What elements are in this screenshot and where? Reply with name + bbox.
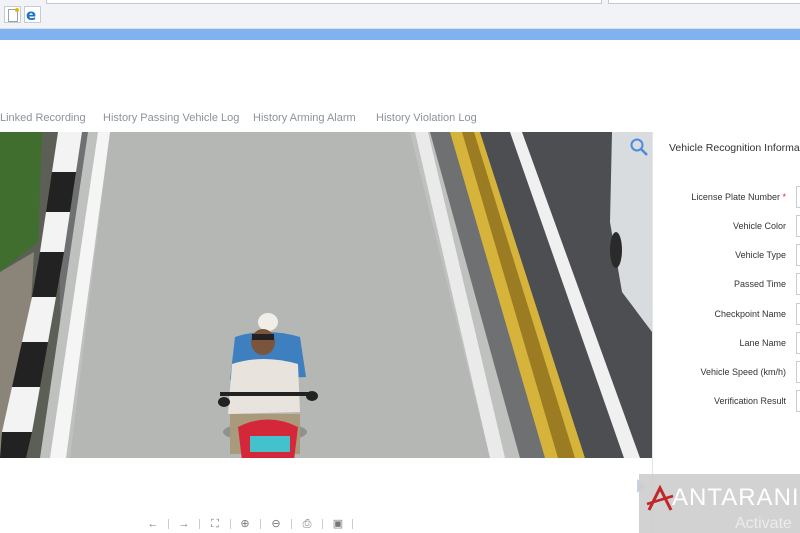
toolbar-separator [168,519,169,529]
tab-linked-recording[interactable]: Linked Recording [0,112,86,124]
next-arrow-icon[interactable]: → [175,516,193,532]
vehicle-info-title: Vehicle Recognition Informa [669,142,800,154]
checkpoint-name-field[interactable] [796,303,800,325]
tab-history-arming-alarm[interactable]: History Arming Alarm [253,112,356,124]
tab-history-violation-log[interactable]: History Violation Log [376,112,477,124]
verification-result-field[interactable] [796,390,800,412]
previous-arrow-icon[interactable]: ← [144,516,162,532]
lane-name-field[interactable] [796,332,800,354]
vehicle-speed-label: Vehicle Speed (km/h) [700,367,786,377]
vehicle-color-field[interactable] [796,215,800,237]
vehicle-type-field[interactable] [796,244,800,266]
address-bar[interactable] [46,0,602,4]
search-bar[interactable] [608,0,800,4]
browser-toolbar: e [0,0,800,29]
vehicle-speed-field[interactable] [796,361,800,383]
internet-explorer-icon[interactable]: e [24,6,41,24]
toolbar-separator [230,519,231,529]
save-icon[interactable]: ▣ [329,516,347,532]
passed-time-label: Passed Time [733,279,786,289]
watermark-logo-text: ANTARANI [672,484,800,511]
vehicle-type-label: Vehicle Type [735,250,786,260]
verification-result-label: Verification Result [713,396,786,406]
toolbar-separator [352,519,353,529]
tab-history-passing-vehicle-log[interactable]: History Passing Vehicle Log [103,112,239,124]
magnify-icon[interactable] [629,137,649,157]
toolbar-separator [260,519,261,529]
passed-time-field[interactable] [796,273,800,295]
document-icon[interactable] [4,6,21,23]
license-plate-field[interactable] [796,186,800,208]
print-icon[interactable]: ⎙ [298,516,316,532]
toolbar-separator [291,519,292,529]
lane-name-label: Lane Name [739,338,786,348]
vehicle-color-label: Vehicle Color [732,221,786,231]
fit-screen-icon[interactable]: ⛶ [206,516,224,532]
checkpoint-name-label: Checkpoint Name [714,309,786,319]
toolbar-separator [199,519,200,529]
road-scene-image [0,132,652,458]
app-header-bar [0,29,800,40]
required-marker: * [782,192,786,202]
toolbar-separator [322,519,323,529]
antara-watermark: ANTARANI Activate [639,474,800,533]
zoom-in-icon[interactable]: ⊕ [236,516,254,532]
capture-image[interactable] [0,132,652,458]
zoom-out-icon[interactable]: ⊖ [267,516,285,532]
license-plate-label: License Plate Number * [691,192,786,202]
activate-windows-text: Activate [735,515,792,532]
antara-logo-icon [646,484,674,511]
